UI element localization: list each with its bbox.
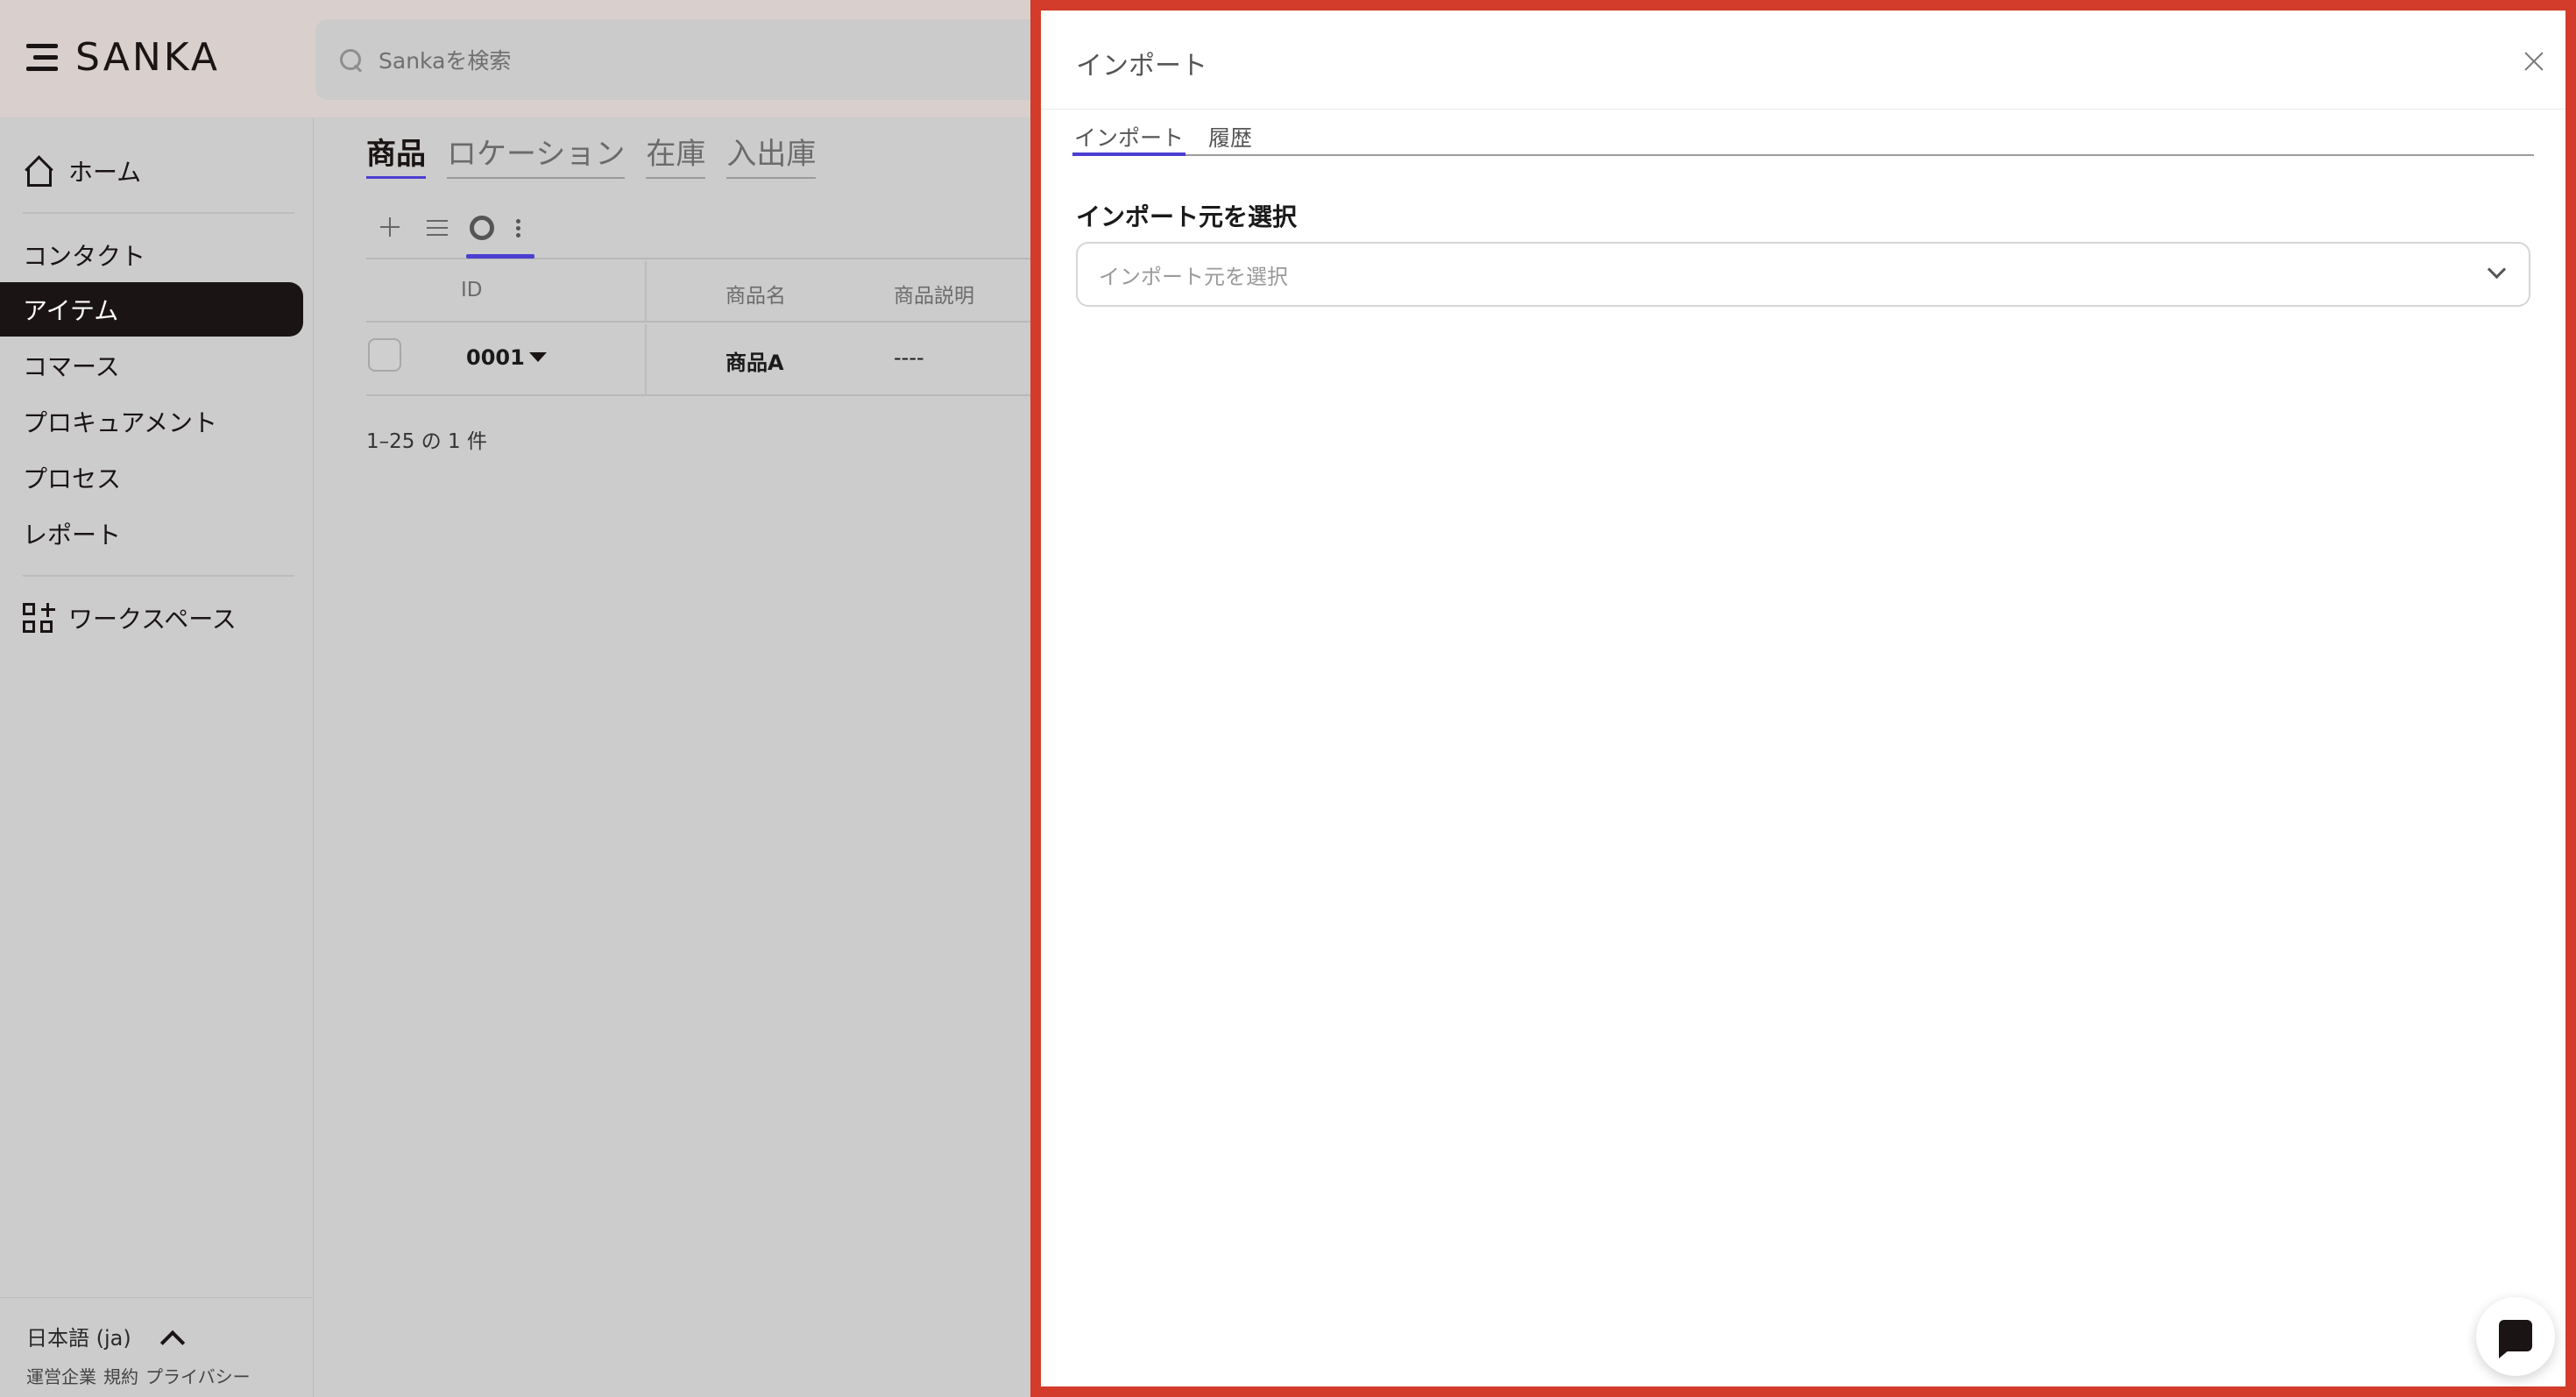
add-icon[interactable] — [375, 212, 405, 242]
sidebar-item-procurement[interactable]: プロキュアメント — [0, 394, 303, 449]
sidebar-item-commerce[interactable]: コマース — [0, 338, 303, 393]
sidebar-item-label: プロキュアメント — [23, 408, 218, 437]
chat-icon — [2499, 1320, 2532, 1358]
column-divider — [645, 261, 647, 321]
select-placeholder: インポート元を選択 — [1099, 264, 1288, 289]
tab-inventory[interactable]: 在庫 — [646, 130, 706, 179]
sidebar-divider — [23, 212, 294, 214]
view-circle-icon[interactable] — [466, 212, 496, 242]
chat-button[interactable] — [2476, 1297, 2555, 1376]
sidebar-item-label: ホーム — [68, 158, 142, 187]
column-divider — [645, 324, 647, 394]
sidebar-item-label: ワークスペース — [68, 605, 237, 634]
sidebar-item-label: コンタクト — [23, 242, 146, 271]
language-label: 日本語 (ja) — [26, 1326, 131, 1351]
sidebar-item-home[interactable]: ホーム — [0, 144, 303, 198]
column-header-description[interactable]: 商品説明 — [894, 279, 974, 308]
active-view-indicator — [466, 254, 534, 259]
search-input[interactable]: Sankaを検索 — [315, 19, 1051, 100]
import-source-label: インポート元を選択 — [1076, 202, 1298, 231]
sidebar-footer: 日本語 (ja) 運営企業 規約 プライバシー — [0, 1297, 314, 1397]
footer-links: 運営企業 規約 プライバシー — [26, 1363, 251, 1388]
cell-description: ---- — [894, 345, 924, 370]
footer-link-terms[interactable]: 規約 — [103, 1363, 138, 1388]
sidebar: ホーム コンタクト アイテム コマース プロキュアメント プロセス レポート ワ… — [0, 117, 314, 1397]
sidebar-item-label: コマース — [23, 352, 120, 381]
sidebar-item-process[interactable]: プロセス — [0, 450, 303, 505]
list-view-icon[interactable] — [422, 212, 452, 242]
panel-title: インポート — [1076, 51, 1207, 82]
sidebar-item-label: プロセス — [23, 464, 122, 493]
tab-stock-movements[interactable]: 入出庫 — [726, 130, 817, 179]
chevron-down-icon — [2488, 265, 2504, 280]
more-options-icon[interactable] — [503, 212, 533, 242]
brand-logo[interactable]: SANKA — [26, 35, 220, 80]
sidebar-item-label: レポート — [23, 521, 122, 550]
tab-history[interactable]: 履歴 — [1207, 121, 1254, 156]
import-source-select[interactable]: インポート元を選択 — [1076, 242, 2530, 307]
sidebar-item-reports[interactable]: レポート — [0, 507, 303, 561]
caret-down-icon[interactable] — [529, 352, 547, 362]
table-toolbar — [366, 207, 1032, 259]
brand-name: SANKA — [75, 35, 220, 80]
cell-id[interactable]: 0001 — [466, 345, 525, 370]
panel-tabs: インポート 履歴 — [1072, 121, 2534, 156]
tab-locations[interactable]: ロケーション — [447, 130, 626, 179]
menu-icon[interactable] — [26, 42, 58, 74]
table-row[interactable]: 0001 商品A ---- — [366, 324, 1032, 396]
cell-name: 商品A — [725, 351, 784, 375]
chevron-up-icon[interactable] — [161, 1327, 180, 1346]
import-panel: インポート インポート 履歴 インポート元を選択 インポート元を選択 — [1030, 0, 2576, 1397]
table-header: ID 商品名 商品説明 — [366, 261, 1032, 323]
panel-divider — [1041, 109, 2565, 110]
footer-link-privacy[interactable]: プライバシー — [145, 1363, 251, 1388]
search-icon — [338, 47, 363, 72]
column-header-name[interactable]: 商品名 — [725, 279, 786, 308]
sidebar-item-contacts[interactable]: コンタクト — [0, 228, 303, 282]
footer-link-company[interactable]: 運営企業 — [26, 1363, 96, 1388]
sidebar-item-items[interactable]: アイテム — [0, 282, 303, 337]
language-selector[interactable]: 日本語 (ja) — [26, 1321, 180, 1351]
row-checkbox[interactable] — [368, 338, 401, 372]
column-header-id[interactable]: ID — [461, 279, 483, 301]
tab-products[interactable]: 商品 — [366, 130, 426, 179]
pagination-info: 1–25 の 1 件 — [366, 430, 487, 453]
tab-import[interactable]: インポート — [1072, 121, 1186, 156]
close-icon[interactable] — [2523, 51, 2544, 72]
search-placeholder: Sankaを検索 — [379, 48, 512, 74]
sidebar-item-label: アイテム — [23, 296, 119, 325]
sidebar-divider — [23, 575, 294, 577]
grid-add-icon — [23, 603, 55, 633]
main-tabs: 商品 ロケーション 在庫 入出庫 — [366, 130, 817, 179]
home-icon — [23, 156, 53, 187]
sidebar-item-workspace[interactable]: ワークスペース — [0, 591, 303, 645]
